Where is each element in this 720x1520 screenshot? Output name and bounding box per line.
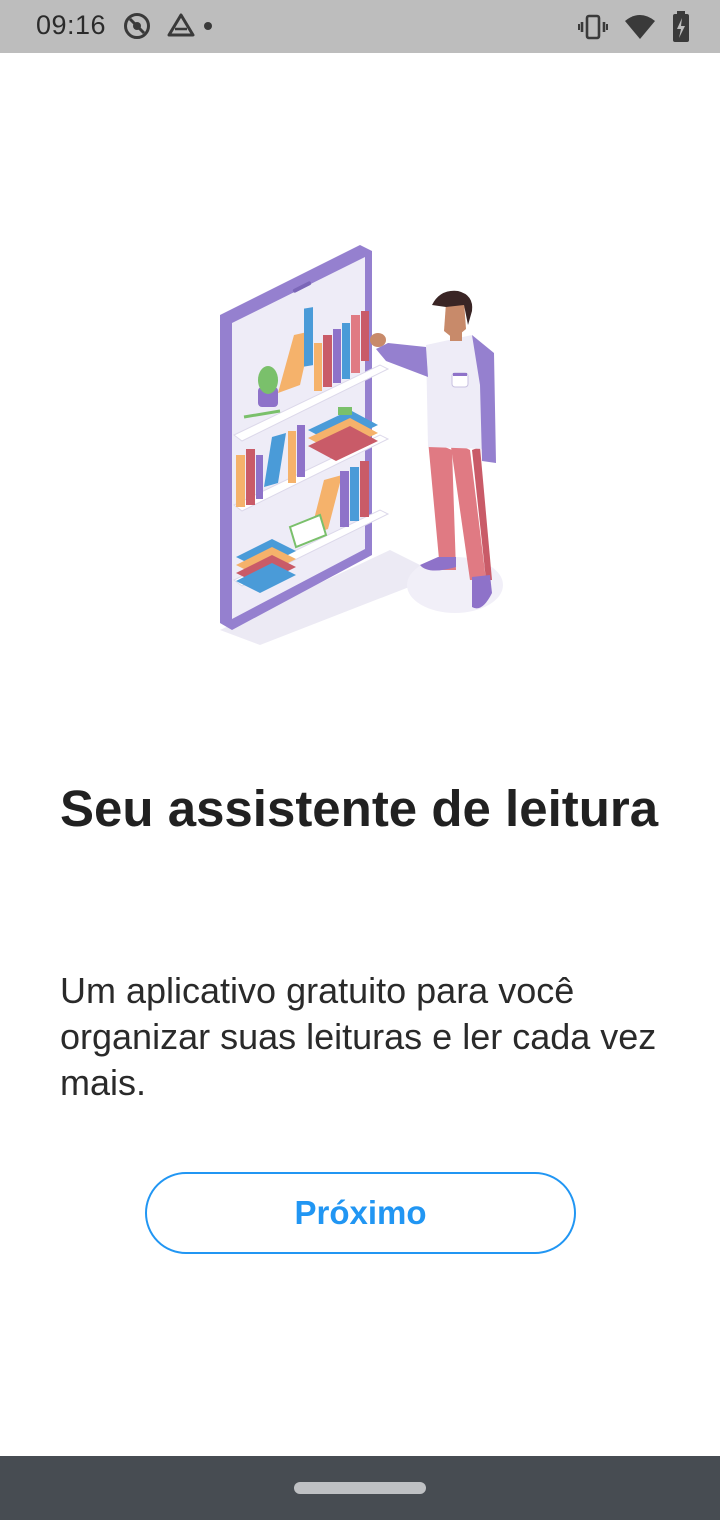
vibrate-icon xyxy=(578,12,608,42)
person-reading-bookshelf-phone-illustration xyxy=(200,235,520,655)
gesture-home-handle[interactable] xyxy=(294,1482,426,1494)
status-time: 09:16 xyxy=(36,10,107,40)
do-not-disturb-icon xyxy=(122,11,152,41)
onboarding-title: Seu assistente de leitura xyxy=(60,780,659,837)
navigation-bar xyxy=(0,1456,720,1520)
battery-charging-icon xyxy=(672,11,690,43)
onboarding-description: Um aplicativo gratuito para você organiz… xyxy=(60,970,657,1103)
next-button-label: Próximo xyxy=(294,1194,427,1231)
status-left-icons xyxy=(122,11,212,41)
wifi-icon xyxy=(624,12,656,42)
status-right-icons xyxy=(578,11,690,43)
status-bar: 09:16 xyxy=(0,0,720,53)
next-button[interactable]: Próximo xyxy=(145,1172,576,1254)
notification-dot-icon xyxy=(204,22,212,30)
drive-icon xyxy=(166,11,196,41)
